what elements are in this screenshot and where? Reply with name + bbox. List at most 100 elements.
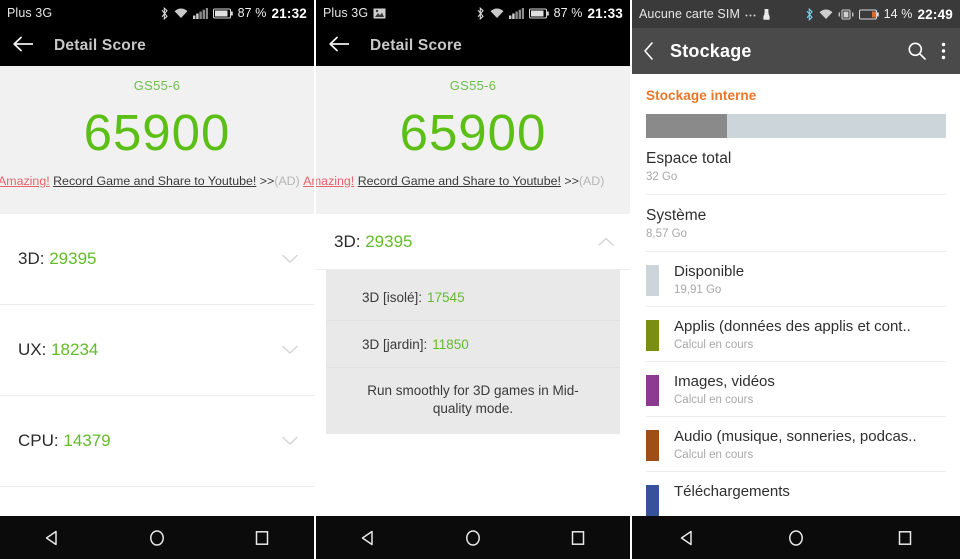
storage-item-title: Espace total: [646, 150, 732, 167]
bluetooth-icon: [160, 6, 169, 20]
storage-section-title: Stockage interne: [646, 88, 757, 103]
back-arrow-icon[interactable]: [328, 35, 350, 57]
three-phone-screenshot-composite: Plus 3G 87 % 21:32 Detail Score GS55-6 6…: [0, 0, 960, 559]
score-row-name: CPU:: [18, 431, 59, 450]
storage-category-row[interactable]: Applis (données des applis et cont.. Cal…: [646, 307, 946, 362]
storage-item-title: Système: [646, 207, 707, 224]
more-dots-icon: [745, 12, 757, 17]
score-row-list-left: 3D: 29395 UX: 18234 CPU: 14379: [0, 214, 314, 487]
ad-highlight-text: Amazing!: [0, 174, 50, 188]
storage-content: Stockage interne Espace total 32 Go Syst…: [632, 74, 960, 527]
battery-percent-label: 87 %: [237, 6, 267, 20]
wifi-icon: [490, 8, 504, 19]
nav-back-triangle-icon[interactable]: [358, 528, 378, 548]
phone-panel-left: Plus 3G 87 % 21:32 Detail Score GS55-6 6…: [0, 0, 314, 559]
clock-label: 21:33: [587, 5, 623, 21]
category-value: Calcul en cours: [674, 339, 754, 351]
category-color-swatch: [646, 375, 659, 406]
storage-category-row[interactable]: Disponible 19,91 Go: [646, 252, 946, 307]
battery-percent-label: 14 %: [883, 7, 913, 21]
nav-recents-square-icon[interactable]: [895, 528, 915, 548]
total-score-value: 65900: [399, 104, 547, 161]
category-title: Images, vidéos: [674, 373, 775, 390]
category-color-swatch: [646, 320, 659, 351]
ad-highlight-text: Amazing!: [316, 174, 355, 188]
app-bar-middle: Detail Score: [316, 26, 630, 66]
back-chevron-icon[interactable]: [642, 41, 656, 61]
storage-usage-bar-used: [646, 114, 727, 138]
sub-detail-note: Run smoothly for 3D games in Mid-quality…: [367, 383, 579, 417]
score-row-3d-expanded[interactable]: 3D: 29395: [316, 214, 630, 270]
clock-label: 21:32: [271, 5, 307, 21]
app-bar-left: Detail Score: [0, 26, 314, 66]
chevron-down-icon[interactable]: [282, 436, 298, 446]
ad-body-text: Record Game and Share to Youtube!: [357, 174, 561, 188]
category-color-swatch: [646, 265, 659, 296]
sub-row-label: 3D [jardin]:: [362, 336, 428, 352]
score-row-name: UX:: [18, 340, 47, 359]
score-row-value: 29395: [49, 249, 97, 268]
score-row-label: UX: 18234: [18, 340, 98, 360]
nav-back-triangle-icon[interactable]: [677, 528, 697, 548]
wifi-icon: [174, 8, 188, 19]
score-row-value: 29395: [365, 231, 413, 251]
storage-item-total[interactable]: Espace total 32 Go: [646, 138, 946, 195]
ad-banner[interactable]: Amazing! Record Game and Share to Youtub…: [0, 174, 314, 192]
status-bar-middle: Plus 3G 87 % 21:33: [316, 0, 630, 26]
chevron-down-icon[interactable]: [282, 345, 298, 355]
status-bar-right: Aucune carte SIM 14 % 22:49: [632, 0, 960, 28]
nav-recents-square-icon[interactable]: [252, 528, 272, 548]
bluetooth-icon: [476, 6, 485, 20]
ad-highlight-repeat: Amazing!: [303, 174, 314, 188]
search-icon[interactable]: [907, 41, 927, 61]
battery-percent-label: 87 %: [553, 6, 583, 20]
score-row-label: 3D: 29395: [334, 232, 412, 252]
nav-back-triangle-icon[interactable]: [42, 528, 62, 548]
back-arrow-icon[interactable]: [12, 35, 34, 57]
category-title: Disponible: [674, 263, 745, 280]
carrier-label: Plus 3G: [323, 6, 369, 20]
score-row-ux[interactable]: UX: 18234: [0, 305, 314, 396]
score-row-cpu[interactable]: CPU: 14379: [0, 396, 314, 487]
sub-row-3d-isole: 3D [isolé]: 17545: [326, 274, 620, 321]
screenshot-icon: [373, 8, 386, 19]
signal-icon: [508, 7, 524, 19]
vibrate-icon: [838, 8, 854, 20]
chevron-up-icon[interactable]: [598, 236, 614, 247]
carrier-label: Plus 3G: [7, 6, 53, 20]
score-row-3d[interactable]: 3D: 29395: [0, 214, 314, 305]
score-row-value: 14379: [63, 431, 111, 450]
signal-icon: [192, 7, 208, 19]
nav-recents-square-icon[interactable]: [568, 528, 588, 548]
device-name-label: GS55-6: [449, 78, 497, 93]
ad-banner[interactable]: ) Amazing! Record Game and Share to Yout…: [316, 174, 630, 192]
sim-icon: [762, 8, 771, 21]
device-name-label: GS55-6: [133, 78, 181, 93]
bluetooth-icon: [805, 7, 814, 21]
storage-category-row[interactable]: Images, vidéos Calcul en cours: [646, 362, 946, 417]
nav-home-circle-icon[interactable]: [463, 528, 483, 548]
phone-panel-right: Aucune carte SIM 14 % 22:49 Stockage Sto…: [632, 0, 960, 559]
navigation-bar-left: [0, 516, 314, 559]
navigation-bar-middle: [316, 516, 630, 559]
ad-tag-label: (AD): [578, 174, 605, 188]
nav-home-circle-icon[interactable]: [147, 528, 167, 548]
score-row-name: 3D:: [334, 231, 361, 251]
page-title: Detail Score: [54, 37, 146, 54]
sub-row-label: 3D [isolé]:: [362, 289, 423, 305]
ad-body-text: Record Game and Share to Youtube!: [53, 174, 257, 188]
score-header-left: GS55-6 65900 Amazing! Record Game and Sh…: [0, 66, 314, 214]
ad-arrows-text: >>: [259, 174, 275, 188]
sub-row-value: 17545: [427, 289, 465, 305]
chevron-down-icon[interactable]: [282, 254, 298, 264]
nav-home-circle-icon[interactable]: [786, 528, 806, 548]
category-color-swatch: [646, 485, 659, 516]
overflow-menu-icon[interactable]: [941, 41, 946, 61]
category-title: Téléchargements: [674, 483, 790, 500]
battery-icon: [858, 8, 879, 20]
wifi-icon: [819, 9, 833, 20]
clock-label: 22:49: [917, 6, 953, 22]
ad-arrows-text: >>: [564, 174, 579, 188]
storage-category-row[interactable]: Audio (musique, sonneries, podcas.. Calc…: [646, 417, 946, 472]
storage-item-system[interactable]: Système 8,57 Go: [646, 195, 946, 252]
